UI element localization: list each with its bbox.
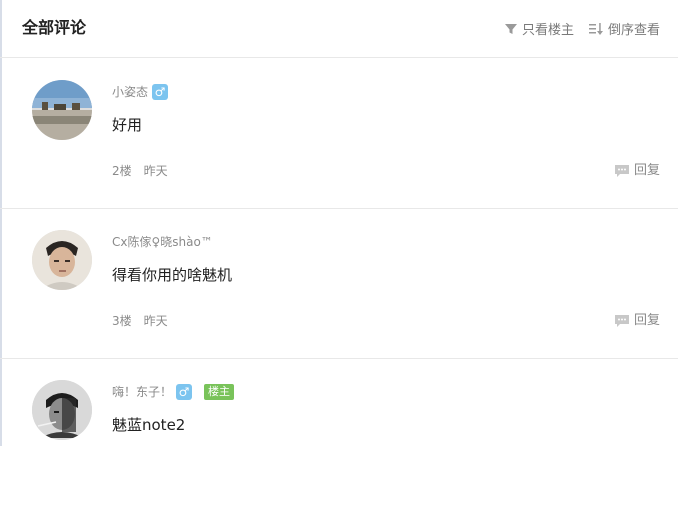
comment-text: 得看你用的啥魅机	[112, 266, 233, 284]
comments-header: 全部评论 只看楼主 倒序查看	[0, 0, 678, 58]
username[interactable]: Cx陈傢♀晓shào™	[112, 233, 213, 251]
host-badge: 楼主	[204, 384, 235, 400]
comment-item: 小姿态 ♂ 好用 2楼 昨天 回复	[0, 59, 678, 209]
reply-icon	[614, 315, 629, 327]
comment-footer: 2楼 昨天	[112, 162, 168, 180]
reverse-order-label: 倒序查看	[607, 23, 660, 38]
comment-text: 好用	[112, 116, 143, 134]
comment-item: 嗨！东子！ ♂ 楼主 魅蓝note2	[0, 359, 678, 509]
sort-order-icon	[588, 22, 603, 35]
user-avatar[interactable]	[32, 80, 92, 140]
comment-item: Cx陈傢♀晓shào™ 得看你用的啥魅机 3楼 昨天 回复	[0, 209, 678, 359]
comment-text: 魅蓝note2	[112, 416, 186, 434]
comment-footer: 3楼 昨天	[112, 312, 168, 330]
page-title: 全部评论	[22, 18, 87, 37]
filter-icon	[504, 23, 517, 34]
only-host-label: 只看楼主	[521, 23, 574, 38]
reply-label: 回复	[633, 163, 660, 178]
user-avatar[interactable]	[32, 230, 92, 290]
reverse-order-button[interactable]: 倒序查看	[588, 19, 660, 38]
reply-label: 回复	[633, 313, 660, 328]
comment-meta: 小姿态 ♂	[112, 83, 169, 101]
reply-button[interactable]: 回复	[614, 312, 660, 330]
reply-button[interactable]: 回复	[614, 162, 660, 180]
username[interactable]: 嗨！东子！	[112, 383, 172, 401]
comment-time: 昨天	[143, 314, 168, 328]
comment-time: 昨天	[143, 164, 168, 178]
user-avatar[interactable]	[32, 380, 92, 440]
male-icon: ♂	[152, 84, 169, 100]
floor-number: 3楼	[112, 314, 132, 328]
male-icon: ♂	[176, 384, 193, 400]
reply-icon	[614, 165, 629, 177]
only-host-filter-button[interactable]: 只看楼主	[504, 19, 574, 38]
comment-meta: Cx陈傢♀晓shào™	[112, 233, 213, 251]
username[interactable]: 小姿态	[112, 83, 148, 101]
floor-number: 2楼	[112, 164, 132, 178]
comment-meta: 嗨！东子！ ♂ 楼主	[112, 383, 235, 401]
header-actions: 只看楼主 倒序查看	[504, 19, 660, 38]
